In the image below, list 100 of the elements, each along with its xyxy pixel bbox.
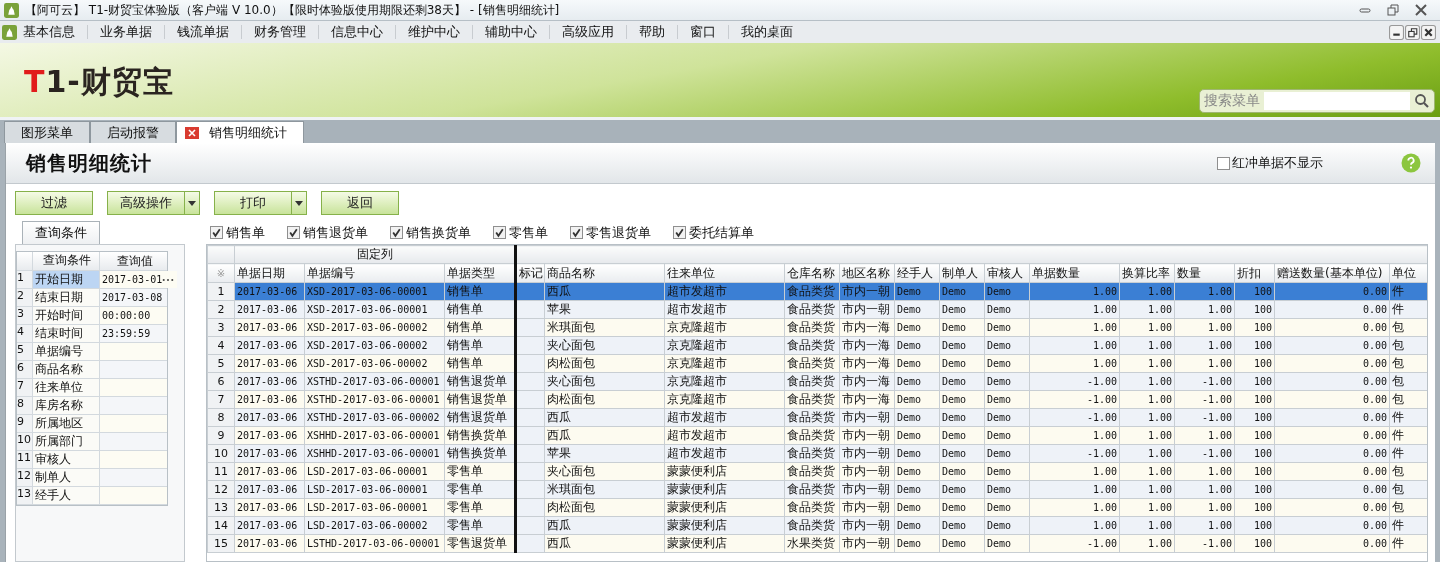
table-cell: 蒙蒙便利店 xyxy=(667,482,727,496)
table-cell: Demo xyxy=(987,430,1012,441)
table-cell: -1.00 xyxy=(1201,538,1232,549)
condition-name[interactable]: 所属地区 xyxy=(33,415,100,432)
toolbar-button[interactable]: 打印 xyxy=(214,191,292,215)
toolbar-button[interactable]: 返回 xyxy=(321,191,399,215)
condition-name[interactable]: 库房名称 xyxy=(33,397,100,414)
table-cell: Demo xyxy=(987,340,1012,351)
table-cell: 1.00 xyxy=(1092,286,1117,297)
filter-checkbox[interactable]: 零售退货单 xyxy=(570,223,651,242)
more-icon[interactable] xyxy=(162,277,175,282)
filter-checkbox[interactable]: 销售退货单 xyxy=(287,223,368,242)
table-cell: 2017-03-06 xyxy=(237,502,298,513)
hide-reversal-checkbox[interactable]: 红冲单据不显示 xyxy=(1217,154,1323,172)
close-icon[interactable] xyxy=(1414,3,1428,17)
value-field[interactable] xyxy=(100,415,167,432)
minimize-icon[interactable] xyxy=(1389,24,1404,40)
table-cell: 2017-03-06 xyxy=(237,304,298,315)
toolbar-button[interactable]: 高级操作 xyxy=(107,191,185,215)
checkbox-icon[interactable] xyxy=(210,226,223,239)
value-field[interactable] xyxy=(100,469,167,486)
table-cell: 2017-03-06 xyxy=(237,412,298,423)
condition-name[interactable]: 开始时间 xyxy=(33,307,100,324)
table-cell: 包 xyxy=(1392,356,1404,370)
filter-checkbox[interactable]: 委托结算单 xyxy=(673,223,754,242)
table-cell: 2017-03-06 xyxy=(237,340,298,351)
filter-checkbox[interactable]: 销售单 xyxy=(210,223,265,242)
menu-item[interactable]: 辅助中心 xyxy=(473,23,549,41)
value-field[interactable] xyxy=(100,343,167,360)
table-cell: 100 xyxy=(1253,466,1272,477)
condition-name[interactable]: 往来单位 xyxy=(33,379,100,396)
value-field[interactable]: 00:00:00 xyxy=(100,307,167,324)
value-field[interactable] xyxy=(100,451,167,468)
menu-item[interactable]: 钱流单据 xyxy=(165,23,241,41)
menu-item[interactable]: 信息中心 xyxy=(319,23,395,41)
condition-name[interactable]: 结束时间 xyxy=(33,325,100,342)
condition-name[interactable]: 审核人 xyxy=(33,451,100,468)
restore-icon[interactable] xyxy=(1405,24,1420,40)
query-tab[interactable]: 查询条件 xyxy=(22,221,100,244)
tab[interactable]: 销售明细统计 xyxy=(176,121,304,143)
menu-item[interactable]: 业务单据 xyxy=(88,23,164,41)
value-field[interactable] xyxy=(100,397,167,414)
condition-name[interactable]: 经手人 xyxy=(33,487,100,504)
table-cell: Demo xyxy=(942,502,967,513)
tab[interactable]: 图形菜单 xyxy=(4,121,90,143)
table-cell: 100 xyxy=(1253,376,1272,387)
table-cell: XSTHD-2017-03-06-00001 xyxy=(307,394,440,405)
checkbox-icon[interactable] xyxy=(1217,156,1230,170)
row-number: 6 xyxy=(17,361,33,378)
tab[interactable]: 启动报警 xyxy=(90,121,176,143)
value-field[interactable] xyxy=(100,379,167,396)
condition-name[interactable]: 结束日期 xyxy=(33,289,100,306)
checkbox-icon[interactable] xyxy=(570,226,583,239)
value-field[interactable]: 2017-03-01 xyxy=(100,271,178,288)
value-field[interactable]: 23:59:59 xyxy=(100,325,167,342)
table-cell: 食品类货 xyxy=(787,374,835,388)
table-cell: 1.00 xyxy=(1092,484,1117,495)
table-cell: 1.00 xyxy=(1092,304,1117,315)
table-cell: Demo xyxy=(942,394,967,405)
table-cell: 食品类货 xyxy=(787,464,835,478)
table-cell: 市内一朝 xyxy=(842,518,890,532)
menu-item[interactable]: 我的桌面 xyxy=(729,23,805,41)
table-cell: 2017-03-06 xyxy=(237,430,298,441)
table-cell: 件 xyxy=(1392,428,1404,442)
checkbox-icon[interactable] xyxy=(390,226,403,239)
window-title: 【阿可云】 T1-财贸宝体验版（客户端 V 10.0）【限时体验版使用期限还剩38天】 - [销售明细统计] xyxy=(25,1,560,19)
condition-name[interactable]: 制单人 xyxy=(33,469,100,486)
condition-name[interactable]: 所属部门 xyxy=(33,433,100,450)
value-field[interactable] xyxy=(100,433,167,450)
table-cell: 水果类货 xyxy=(787,536,835,550)
menu-item[interactable]: 维护中心 xyxy=(396,23,472,41)
table-cell: 100 xyxy=(1253,394,1272,405)
table-cell: 0.00 xyxy=(1362,358,1387,369)
filter-checkbox[interactable]: 销售换货单 xyxy=(390,223,471,242)
menu-item[interactable]: 帮助 xyxy=(627,23,677,41)
value-field[interactable]: 2017-03-08 xyxy=(100,289,167,306)
checkbox-icon[interactable] xyxy=(287,226,300,239)
value-field[interactable] xyxy=(100,361,167,378)
condition-name[interactable]: 商品名称 xyxy=(33,361,100,378)
menu-item[interactable]: 基本信息 xyxy=(17,23,87,41)
condition-name[interactable]: 开始日期 xyxy=(33,271,100,288)
toolbar-button[interactable]: 过滤 xyxy=(15,191,93,215)
table-cell: 1.00 xyxy=(1092,520,1117,531)
checkbox-icon[interactable] xyxy=(493,226,506,239)
table-cell: 100 xyxy=(1253,520,1272,531)
value-field[interactable] xyxy=(100,487,167,504)
close-icon[interactable] xyxy=(1421,24,1436,40)
filter-checkbox[interactable]: 零售单 xyxy=(493,223,548,242)
menu-app-icon[interactable] xyxy=(2,24,17,40)
checkbox-icon[interactable] xyxy=(673,226,686,239)
column-header: 查询条件 xyxy=(33,252,100,270)
menu-item[interactable]: 高级应用 xyxy=(550,23,626,41)
dropdown-button[interactable] xyxy=(185,191,200,215)
dropdown-button[interactable] xyxy=(292,191,307,215)
menu-item[interactable]: 财务管理 xyxy=(242,23,318,41)
menu-item[interactable]: 窗口 xyxy=(678,23,728,41)
condition-name[interactable]: 单据编号 xyxy=(33,343,100,360)
table-cell: -1.00 xyxy=(1201,412,1232,423)
search-icon[interactable] xyxy=(1414,93,1430,109)
caret-icon xyxy=(188,200,196,206)
